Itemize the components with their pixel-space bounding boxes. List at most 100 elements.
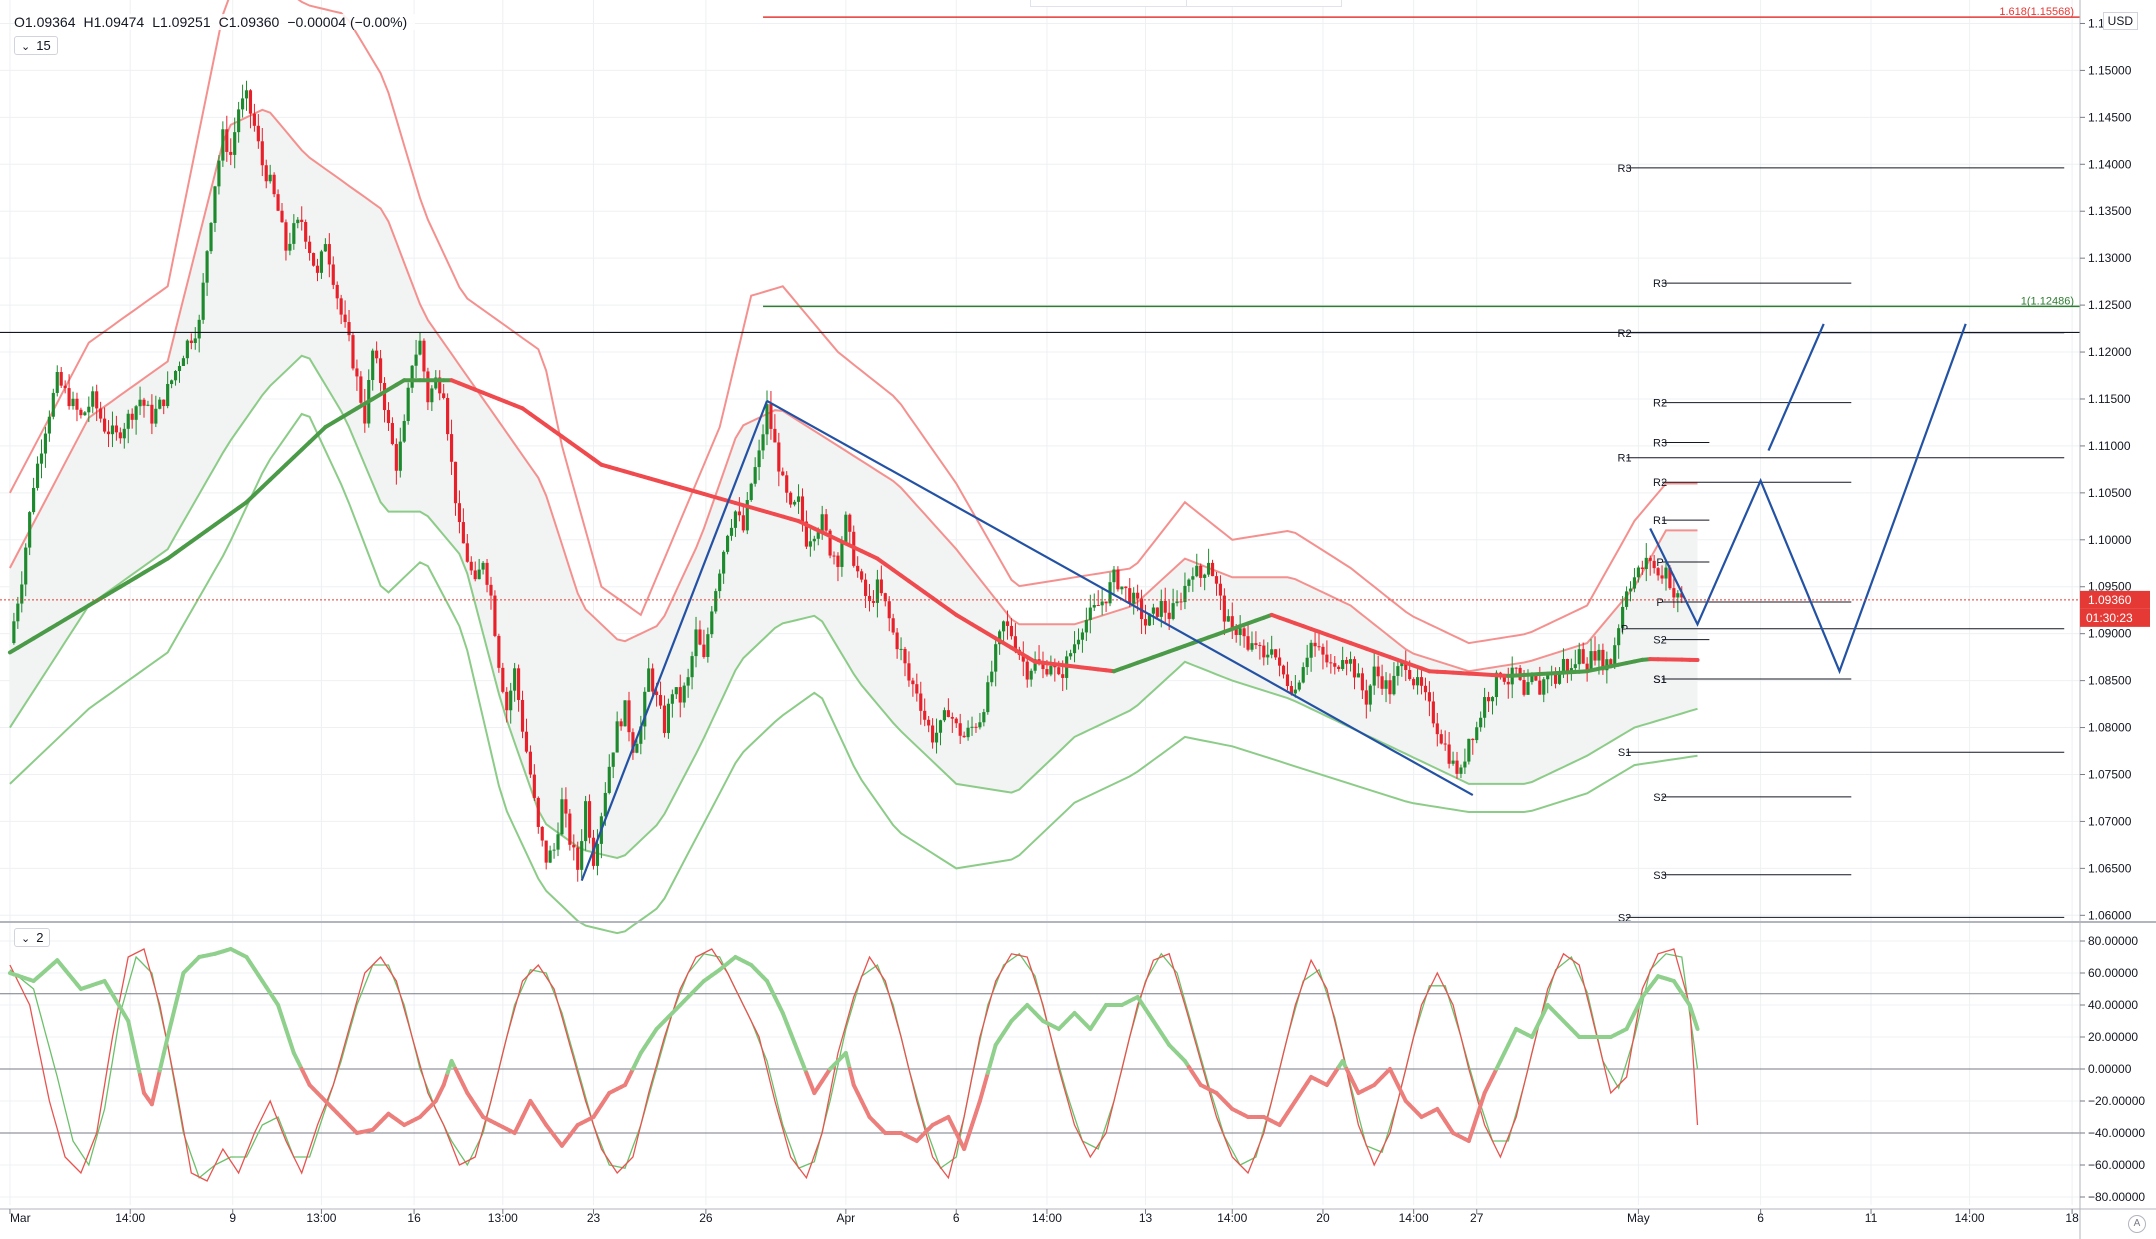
candle-body: [150, 404, 154, 424]
main-indicator-toggle[interactable]: ⌄ 15: [14, 36, 58, 55]
candle-body: [702, 644, 706, 657]
candle-body: [59, 371, 63, 386]
candle-body: [335, 284, 339, 299]
top-toolbar-stub[interactable]: [1030, 0, 1342, 7]
candle-body: [990, 671, 994, 683]
candle-body: [698, 629, 702, 645]
candle-body: [899, 648, 903, 650]
candle-body: [181, 358, 186, 366]
candle-body: [331, 264, 335, 285]
main-price-pane[interactable]: 1.618(1.15568) 1(1.12486) R3 R2 R1 P S1 S2 R3 R2 R…: [0, 0, 2080, 935]
candle-body: [879, 579, 883, 594]
candle-body: [1648, 557, 1652, 561]
pivot-label: R2: [1653, 398, 1667, 410]
candle-body: [1652, 560, 1656, 569]
candle-body: [1459, 767, 1463, 774]
candle-body: [1416, 677, 1420, 686]
candle-body: [114, 425, 118, 433]
candle-body: [584, 801, 588, 842]
chevron-down-icon: ⌄: [21, 933, 31, 945]
oscillator-pane[interactable]: [0, 947, 2080, 1182]
candle-body: [1589, 651, 1593, 670]
time-tick-label: Mar: [10, 1211, 31, 1225]
candle-body: [556, 834, 560, 850]
currency-button[interactable]: USD: [2102, 12, 2138, 30]
candle-body: [493, 595, 497, 636]
candle-body: [1392, 675, 1396, 695]
oscillator-main-segment: [165, 1019, 174, 1039]
candle-body: [1676, 593, 1680, 598]
candle-body: [950, 716, 954, 719]
candle-body: [343, 314, 347, 323]
price-tick-label: 1.09000: [2088, 627, 2132, 641]
oscillator-main-segment: [1691, 1015, 1700, 1031]
candle-body: [1297, 682, 1301, 690]
candle-body: [1179, 601, 1183, 603]
candle-body: [1672, 588, 1676, 598]
candle-body: [1143, 619, 1148, 626]
candle-body: [509, 690, 513, 711]
candle-body: [1001, 621, 1006, 632]
candle-body: [662, 705, 667, 734]
candle-body: [722, 551, 726, 574]
candle-body: [1577, 649, 1581, 665]
candle-body: [1226, 616, 1230, 622]
candle-body: [28, 512, 32, 548]
candle-body: [580, 841, 584, 870]
candle-body: [1246, 636, 1250, 650]
candle-body: [406, 387, 410, 421]
candle-body: [619, 721, 623, 727]
candle-body: [1337, 666, 1341, 669]
candle-body: [690, 656, 694, 678]
candle-body: [674, 687, 678, 695]
candle-body: [647, 668, 651, 692]
fib-level-label: 1(1.12486): [2021, 295, 2074, 307]
candle-body: [1467, 738, 1471, 762]
candle-body: [177, 365, 182, 372]
trendline[interactable]: [1649, 323, 1967, 675]
osc-tick-label: −20.00000: [2088, 1094, 2145, 1108]
osc-tick-label: 20.00000: [2088, 1030, 2138, 1044]
candle-body: [560, 799, 564, 835]
candle-body: [540, 826, 544, 841]
candle-body: [1266, 654, 1270, 658]
candle-body: [134, 406, 138, 420]
candle-body: [1636, 567, 1640, 578]
candle-body: [1423, 685, 1428, 693]
trendline[interactable]: [1767, 323, 1825, 452]
time-tick-label: 11: [1865, 1211, 1878, 1225]
candle-body: [126, 413, 130, 429]
pivot-label: S2: [1653, 792, 1666, 804]
candle-body: [765, 404, 769, 435]
candle-body: [375, 350, 379, 359]
candle-body: [1270, 649, 1274, 655]
oscillator-main-segment: [981, 1071, 990, 1089]
candle-body: [915, 684, 919, 694]
price-tick-label: 1.13000: [2088, 251, 2132, 265]
candle-body: [927, 719, 931, 726]
candle-body: [587, 801, 592, 838]
candle-body: [83, 412, 87, 416]
price-tick-label: 1.14000: [2088, 157, 2132, 171]
chart-canvas[interactable]: 1.618(1.15568) 1(1.12486) R3 R2 R1 P S1 S2 R3 R2 R…: [0, 0, 2156, 1239]
candle-body: [1254, 643, 1258, 646]
auto-scale-button[interactable]: A: [2128, 1215, 2146, 1233]
candle-body: [564, 799, 568, 814]
candle-body: [1396, 666, 1400, 676]
price-tick-label: 1.10500: [2088, 486, 2132, 500]
candle-body: [544, 840, 548, 863]
candle-body: [572, 844, 576, 848]
candle-body: [229, 151, 233, 155]
candle-body: [63, 385, 67, 389]
candle-body: [773, 428, 777, 443]
candle-body: [1096, 605, 1100, 607]
candle-body: [1435, 723, 1439, 735]
oscillator-main-segment: [161, 1035, 170, 1056]
time-tick-label: 14:00: [1032, 1211, 1062, 1225]
candle-body: [781, 471, 785, 476]
candle-body: [501, 667, 505, 692]
candle-body: [1151, 607, 1155, 614]
chevron-down-icon: ⌄: [21, 41, 31, 53]
oscillator-indicator-toggle[interactable]: ⌄ 2: [14, 928, 51, 947]
ohlc-legend: O1.09364 H1.09474 L1.09251 C1.09360 −0.00004…: [14, 14, 416, 30]
